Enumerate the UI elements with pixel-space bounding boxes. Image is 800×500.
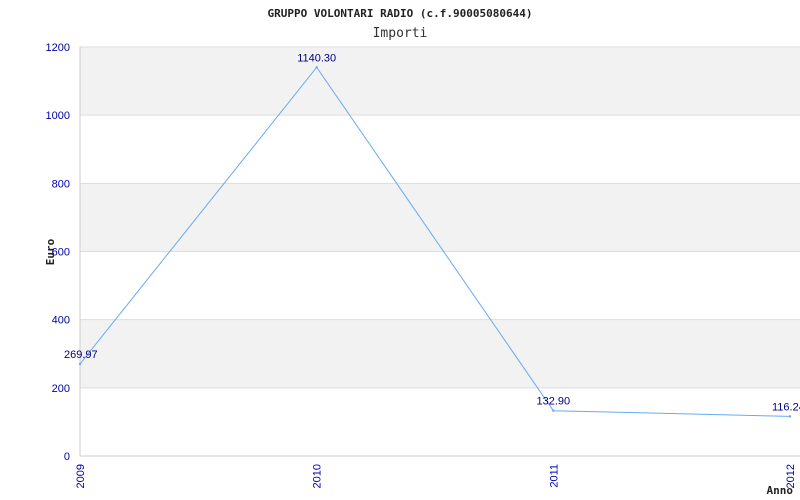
y-axis-label: Euro <box>44 238 57 265</box>
data-label: 1140.30 <box>297 52 336 64</box>
background-band <box>80 319 800 388</box>
data-label: 132.90 <box>537 396 571 408</box>
data-point <box>788 415 792 418</box>
x-tick-labels: 2009 2010 2011 2012 <box>75 464 797 488</box>
chart-title: GRUPPO VOLONTARI RADIO (c.f.90005080644) <box>268 7 533 20</box>
data-point <box>552 409 555 412</box>
data-point <box>315 66 318 69</box>
x-tick-label: 2009 <box>75 464 87 488</box>
chart-subtitle: Importi <box>373 26 428 41</box>
y-tick-label: 1200 <box>46 42 70 54</box>
data-label: 116.24 <box>772 401 800 413</box>
y-tick-label: 800 <box>52 178 70 190</box>
y-tick-label: 200 <box>52 383 70 395</box>
chart: 0 200 400 600 800 1000 1200 2009 2010 2011 2012 2… <box>0 0 800 500</box>
line-chart: 020040060080010001200 2009 2010 2011 2012 2… <box>44 7 800 497</box>
data-label: 269.97 <box>64 349 98 361</box>
y-tick-label: 0 <box>64 451 70 463</box>
x-tick-label: 2011 <box>548 464 560 488</box>
x-tick-label: 2010 <box>312 464 324 488</box>
background-band <box>80 183 800 252</box>
x-axis-label: Anno <box>767 484 794 497</box>
background-bands <box>80 47 800 388</box>
data-point <box>78 362 82 366</box>
background-band <box>80 47 800 116</box>
y-tick-label: 1000 <box>46 110 70 122</box>
y-tick-label: 400 <box>52 315 70 327</box>
